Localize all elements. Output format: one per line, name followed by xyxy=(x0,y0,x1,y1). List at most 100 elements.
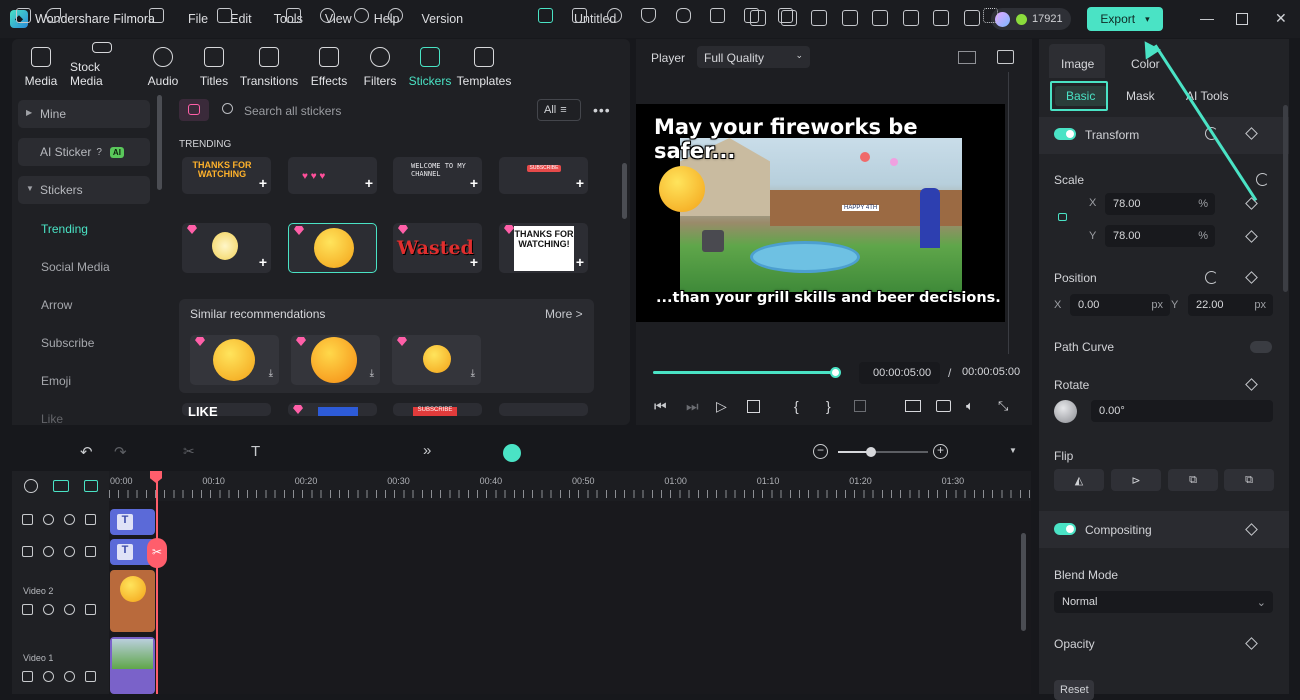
zoom-knob[interactable] xyxy=(866,447,876,457)
tab-audio[interactable]: Audio xyxy=(146,42,180,88)
scale-y-input[interactable]: 78.00% xyxy=(1105,225,1215,247)
rotate-dial[interactable] xyxy=(1054,400,1077,423)
text-icon[interactable]: T xyxy=(251,443,260,460)
mark-out-icon[interactable]: } xyxy=(826,398,831,414)
folder-icon[interactable] xyxy=(22,671,33,682)
scissors-icon[interactable]: ✂ xyxy=(147,538,167,568)
filter-dropdown[interactable]: All ≡ xyxy=(537,99,581,121)
quality-dropdown[interactable]: Full Quality ⌄ xyxy=(697,46,810,68)
playhead[interactable] xyxy=(156,471,158,694)
similar-sticker-2[interactable]: ⤓ xyxy=(291,335,380,385)
similar-sticker-3[interactable]: ⤓ xyxy=(392,335,481,385)
keyframe-icon[interactable] xyxy=(1245,230,1258,243)
next-frame-icon[interactable]: ⏭ xyxy=(686,398,699,415)
search-input[interactable]: Search all stickers xyxy=(244,104,341,118)
sticker-lightbulb[interactable]: + xyxy=(182,223,271,273)
download-icon[interactable]: ⤓ xyxy=(370,368,374,379)
audio-mix-icon[interactable] xyxy=(710,8,725,23)
microphone-icon[interactable] xyxy=(676,8,691,23)
sidebar-item-mine[interactable]: ▶ Mine xyxy=(18,100,150,128)
undo-icon[interactable]: ↶ xyxy=(80,443,93,461)
save-icon[interactable] xyxy=(872,10,888,26)
menu-edit[interactable]: Edit xyxy=(230,12,252,26)
marker-icon[interactable] xyxy=(854,400,866,412)
keyframe-icon[interactable] xyxy=(1245,378,1258,391)
sidebar-item-arrow[interactable]: Arrow xyxy=(41,298,72,312)
title-clip-1[interactable]: T xyxy=(110,509,155,535)
sticker-like[interactable]: LIKE xyxy=(182,403,271,416)
cloud-upload-icon[interactable] xyxy=(902,10,919,26)
sidebar-item-subscribe[interactable]: Subscribe xyxy=(41,336,94,350)
keyframe-icon[interactable] xyxy=(1245,271,1258,284)
eye-icon[interactable] xyxy=(64,604,75,615)
rotate-right-button[interactable]: ⧉ xyxy=(1168,469,1218,491)
eye-icon[interactable] xyxy=(64,671,75,682)
transform-toggle[interactable] xyxy=(1054,128,1076,140)
sidebar-item-stickers[interactable]: ▼ Stickers xyxy=(18,176,150,204)
reset-button[interactable]: Reset xyxy=(1054,680,1094,700)
brush-icon[interactable] xyxy=(85,671,96,682)
zoom-in-icon[interactable]: + xyxy=(933,444,948,459)
compositing-toggle[interactable] xyxy=(1054,523,1076,535)
prev-frame-icon[interactable]: ⏮ xyxy=(654,398,667,415)
snapshot-view-icon[interactable] xyxy=(997,50,1014,64)
video-clip[interactable] xyxy=(110,637,155,694)
sticker-scrollbar[interactable] xyxy=(622,163,627,219)
maximize-icon[interactable] xyxy=(1236,13,1248,25)
mark-in-icon[interactable]: { xyxy=(794,398,799,414)
subtab-mask[interactable]: Mask xyxy=(1126,89,1155,103)
add-icon[interactable]: + xyxy=(259,254,267,270)
grid-view-icon[interactable] xyxy=(958,51,976,64)
progress-knob[interactable] xyxy=(830,367,841,378)
tab-stock-media[interactable]: Stock Media xyxy=(70,42,134,88)
eye-icon[interactable] xyxy=(64,514,75,525)
sticker-thanks-watching-white[interactable]: THANKS FOR WATCHING! + xyxy=(499,223,588,273)
more-tools-icon[interactable]: » xyxy=(423,442,431,459)
shield-icon[interactable] xyxy=(641,8,656,23)
path-curve-toggle[interactable] xyxy=(1250,341,1272,353)
blend-mode-dropdown[interactable]: Normal ⌄ xyxy=(1054,591,1273,613)
position-reset-icon[interactable] xyxy=(1205,271,1218,284)
flip-vertical-button[interactable]: ⊳ xyxy=(1111,469,1161,491)
timeline-ruler[interactable]: 00:00 00:10 00:20 00:30 00:40 00:50 01:00 01:10… xyxy=(109,471,1031,501)
menu-version[interactable]: Version xyxy=(421,12,463,26)
replace-icon[interactable] xyxy=(744,8,759,23)
audio-icon[interactable] xyxy=(43,514,54,525)
select-icon[interactable] xyxy=(46,8,61,23)
add-icon[interactable]: + xyxy=(576,175,584,191)
download-icon[interactable]: ⤓ xyxy=(471,368,475,379)
current-time[interactable]: 00:00:05:00 xyxy=(859,362,940,384)
layout-icon[interactable] xyxy=(841,10,858,26)
sidebar-item-ai-sticker[interactable]: AI Sticker? AI xyxy=(18,138,150,166)
sticker-blue[interactable] xyxy=(288,403,377,416)
add-icon[interactable]: + xyxy=(259,175,267,191)
tab-filters[interactable]: Filters xyxy=(362,42,398,88)
sidebar-item-trending[interactable]: Trending xyxy=(41,222,88,236)
speed-icon[interactable] xyxy=(320,8,335,23)
fullscreen-icon[interactable]: ⤡ xyxy=(998,398,1008,414)
sidebar-item-emoji[interactable]: Emoji xyxy=(41,374,71,388)
tab-effects[interactable]: Effects xyxy=(309,42,349,88)
brush-icon[interactable] xyxy=(85,604,96,615)
rotate-left-button[interactable]: ⧉ xyxy=(1224,469,1274,491)
sticker-welcome-channel[interactable]: WELCOME TO MY CHANNEL + xyxy=(393,157,482,194)
document-icon[interactable] xyxy=(811,10,827,26)
sticker-misc[interactable] xyxy=(499,403,588,416)
rotate-input[interactable]: 0.00° xyxy=(1091,400,1273,422)
folder-icon[interactable] xyxy=(22,604,33,615)
sticker-subscribe-red[interactable]: SUBSCRIBE xyxy=(393,403,482,416)
tab-transitions[interactable]: Transitions xyxy=(240,42,298,88)
scale-x-input[interactable]: 78.00% xyxy=(1105,193,1215,215)
folder-icon[interactable] xyxy=(22,514,33,525)
display-icon[interactable] xyxy=(905,400,921,412)
auto-ripple-icon[interactable] xyxy=(572,8,587,23)
crop-icon[interactable] xyxy=(217,8,232,23)
more-link[interactable]: More > xyxy=(545,307,583,321)
sidebar-item-social-media[interactable]: Social Media xyxy=(41,260,110,274)
brush-icon[interactable] xyxy=(85,546,96,557)
volume-icon[interactable]: 🔈︎ xyxy=(966,398,974,414)
close-icon[interactable]: ✕ xyxy=(1275,10,1287,27)
add-track-icon[interactable] xyxy=(53,480,69,492)
play-icon[interactable]: ▷ xyxy=(716,398,727,415)
menu-file[interactable]: File xyxy=(188,12,208,26)
